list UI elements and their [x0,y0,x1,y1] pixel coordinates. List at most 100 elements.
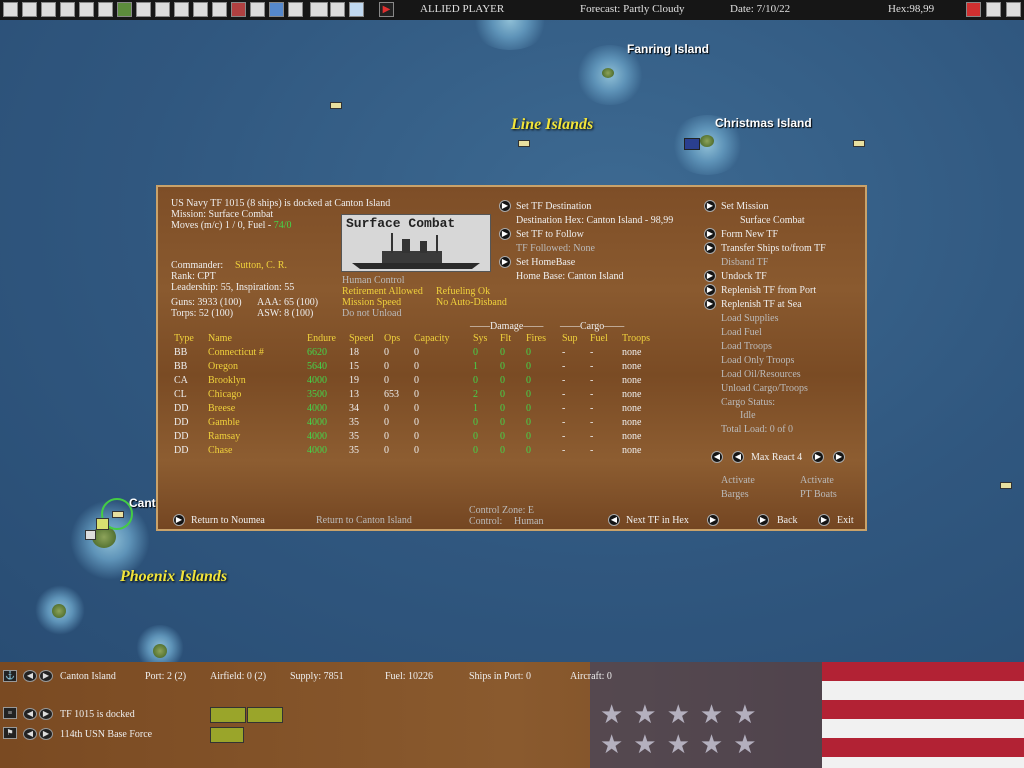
activate-barges-line1[interactable]: Activate [721,475,755,487]
info-icon[interactable] [98,2,113,17]
filter-icon[interactable] [41,2,56,17]
ship-name-cell[interactable]: Chase [208,445,232,457]
prev-icon[interactable]: ◀ [732,451,744,463]
hex-marker-icon[interactable] [1000,482,1012,489]
auto-disband-toggle[interactable]: No Auto-Disband [436,297,507,309]
map-icon[interactable] [231,2,246,17]
column-header-endure[interactable]: Endure [307,333,336,344]
load-supplies-button[interactable]: Load Supplies [721,313,779,325]
prev-base-icon[interactable]: ◀ [23,670,37,682]
load-only-troops-button[interactable]: Load Only Troops [721,355,794,367]
flag-icon[interactable]: ⚑ [3,727,17,739]
first-icon[interactable]: ◀ [711,451,723,463]
australian-flag-icon[interactable] [684,138,700,150]
next-unit-icon[interactable]: ▶ [39,728,53,740]
next-tf-icon[interactable]: ▶ [707,514,719,526]
end-turn-icon[interactable]: ▶ [379,2,394,17]
base-icon[interactable] [96,518,109,530]
load-fuel-button[interactable]: Load Fuel [721,327,762,339]
hex-marker-icon[interactable] [112,511,124,518]
column-header-fires[interactable]: Fires [526,333,546,344]
arrow-icon[interactable]: ▶ [818,514,830,526]
arrow-icon[interactable]: ▶ [704,200,716,212]
ship-name-cell[interactable]: Oregon [208,361,238,373]
list2-icon[interactable] [79,2,94,17]
transfer-ships-button[interactable]: Transfer Ships to/from TF [721,243,826,255]
back-button[interactable]: Back [777,515,798,527]
airfield-icon[interactable] [85,530,96,540]
fanring-island[interactable] [602,68,614,78]
ship-icon[interactable] [212,2,227,17]
ship-name-cell[interactable]: Breese [208,403,235,415]
ship-name-cell[interactable]: Connecticut # [208,347,264,359]
christmas-island[interactable] [700,135,714,147]
base-force-link[interactable]: 114th USN Base Force [60,729,152,740]
set-mission-button[interactable]: Set Mission [721,201,769,213]
arrow-icon[interactable]: ▶ [704,242,716,254]
tf-ship-icon[interactable] [247,707,283,723]
next-tf-button[interactable]: Next TF in Hex [626,515,689,527]
menu-icon[interactable] [3,2,18,17]
load-troops-button[interactable]: Load Troops [721,341,772,353]
replenish-port-button[interactable]: Replenish TF from Port [721,285,816,297]
island[interactable] [52,604,66,618]
arrow-icon[interactable]: ▶ [704,228,716,240]
hex-marker-icon[interactable] [518,140,530,147]
arrow-icon[interactable]: ▶ [704,270,716,282]
ship-name-cell[interactable]: Ramsay [208,431,240,443]
unload-toggle[interactable]: Do not Unload [342,308,401,320]
unit-icon[interactable] [136,2,151,17]
zoom-icon[interactable] [288,2,303,17]
column-header-speed[interactable]: Speed [349,333,373,344]
column-header-capacity[interactable]: Capacity [414,333,450,344]
disband-tf-button[interactable]: Disband TF [721,257,768,269]
flag-icon[interactable] [966,2,981,17]
replenish-sea-button[interactable]: Replenish TF at Sea [721,299,802,311]
column-header-sys[interactable]: Sys [473,333,487,344]
column-header-name[interactable]: Name [208,333,232,344]
grid-icon[interactable] [250,2,265,17]
anchor-icon[interactable]: ⚓ [3,670,17,682]
report-icon[interactable] [22,2,37,17]
set-destination-button[interactable]: Set TF Destination [516,201,591,213]
arrow-icon[interactable]: ▶ [499,256,511,268]
arrow-icon[interactable]: ▶ [499,200,511,212]
location-link[interactable]: Canton Island [60,671,116,682]
commander-name[interactable]: Sutton, C. R. [235,260,287,272]
exit-button[interactable]: Exit [837,515,854,527]
prev-unit-icon[interactable]: ◀ [23,728,37,740]
set-follow-button[interactable]: Set TF to Follow [516,229,584,241]
last-icon[interactable]: ▶ [833,451,845,463]
next-base-icon[interactable]: ▶ [39,670,53,682]
return-canton-button[interactable]: Return to Canton Island [316,515,412,527]
tf-status-link[interactable]: TF 1015 is docked [60,709,135,720]
globe-icon[interactable] [269,2,284,17]
column-header-fuel[interactable]: Fuel [590,333,608,344]
cloud-icon[interactable] [349,2,364,17]
ship-icon[interactable]: ≡ [3,707,17,719]
load-oil-button[interactable]: Load Oil/Resources [721,369,801,381]
ship-name-cell[interactable]: Brooklyn [208,375,246,387]
undock-tf-button[interactable]: Undock TF [721,271,767,283]
prev-tf-icon[interactable]: ◀ [23,708,37,720]
hex-marker-icon[interactable] [853,140,865,147]
next-tf-icon[interactable]: ▶ [39,708,53,720]
activate-barges-line2[interactable]: Barges [721,489,749,501]
op-icon[interactable] [310,2,328,17]
arrow-icon[interactable]: ▶ [173,514,185,526]
tf-ship-icon[interactable] [210,707,246,723]
close-icon[interactable] [1006,2,1021,17]
return-noumea-button[interactable]: Return to Noumea [191,515,265,527]
activate-ptboats-line1[interactable]: Activate [800,475,834,487]
arrow-icon[interactable]: ▶ [704,298,716,310]
column-header-sup[interactable]: Sup [562,333,578,344]
ship-name-cell[interactable]: Gamble [208,417,240,429]
base-force-icon[interactable] [210,727,244,743]
activate-ptboats-line2[interactable]: PT Boats [800,489,837,501]
arrow-icon[interactable]: ▶ [499,228,511,240]
ship-name-cell[interactable]: Chicago [208,389,241,401]
unit2-icon[interactable] [155,2,170,17]
next-icon[interactable]: ▶ [812,451,824,463]
column-header-ops[interactable]: Ops [384,333,400,344]
column-header-flt[interactable]: Flt [500,333,511,344]
